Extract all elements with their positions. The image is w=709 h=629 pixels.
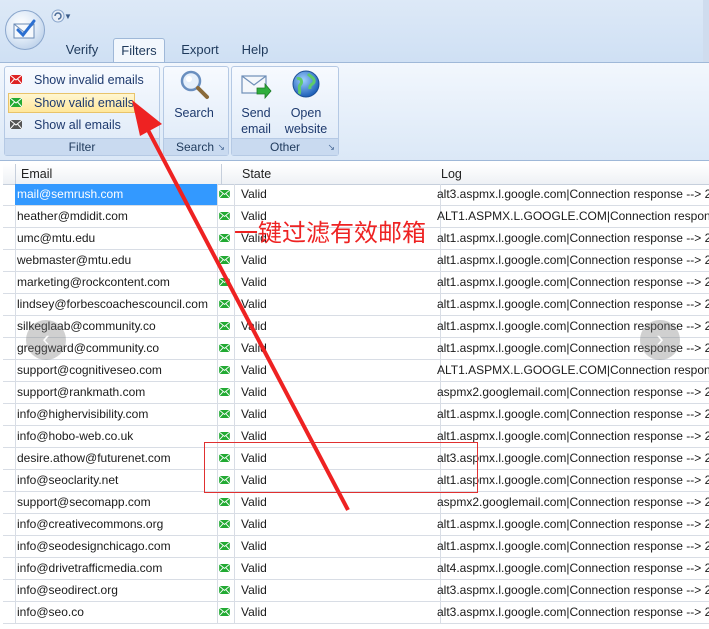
chevron-right-icon: › — [656, 326, 664, 351]
highlight-box — [204, 442, 478, 493]
next-image-button[interactable]: › — [640, 320, 680, 360]
prev-image-button[interactable]: ‹ — [26, 320, 66, 360]
annotation-text: 一键过滤有效邮箱 — [234, 219, 426, 247]
chevron-left-icon: ‹ — [42, 326, 50, 351]
annotation-arrow-icon — [132, 100, 350, 511]
